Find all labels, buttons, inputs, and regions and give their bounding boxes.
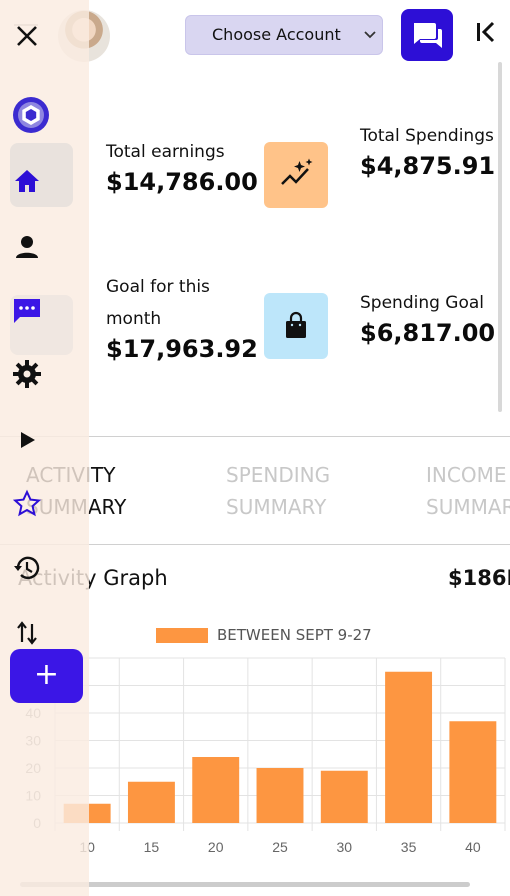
shopping-bag-icon [286, 311, 306, 338]
bar [127, 781, 175, 823]
stat-total-spendings: Total Spendings $4,875.91 [360, 120, 500, 180]
stat-value: $17,963.92 [106, 335, 258, 363]
person-icon[interactable] [12, 232, 42, 262]
home-icon[interactable] [12, 166, 42, 196]
chevron-down-icon [364, 16, 376, 69]
shopping-bag-icon-box [264, 293, 328, 359]
x-tick-label: 25 [272, 839, 288, 855]
stat-goal-month: Goal for this month $17,963.92 [106, 271, 258, 363]
tab-label-line1: SPENDING [226, 463, 331, 487]
collapse-left-icon[interactable] [475, 20, 497, 50]
stat-value: $6,817.00 [360, 319, 496, 347]
bar [385, 671, 433, 823]
tab-label-line2: SUMMARY [426, 495, 510, 519]
sparkle-chart-icon-box [264, 142, 328, 208]
tab-label-line2: SUMMARY [226, 495, 327, 519]
legend-label: BETWEEN SEPT 9-27 [217, 626, 372, 644]
choose-account-select[interactable]: Choose Account [185, 15, 383, 55]
x-tick-label: 20 [208, 839, 224, 855]
bar [449, 721, 497, 823]
bar [256, 768, 304, 823]
stat-value: $4,875.91 [360, 152, 496, 180]
chat-button[interactable] [401, 9, 453, 61]
stat-spending-goal: Spending Goal $6,817.00 [360, 287, 495, 347]
tab-income-summary[interactable]: INCOME SUMMARY [426, 459, 510, 523]
vertical-scrollbar[interactable] [498, 62, 502, 412]
star-icon[interactable] [12, 489, 42, 519]
stat-label: Total Spendings [360, 126, 494, 146]
stat-label: Goal for this month [106, 277, 210, 329]
gear-icon[interactable] [12, 359, 42, 389]
play-icon[interactable] [12, 425, 42, 455]
stat-label: Total earnings [106, 142, 225, 162]
x-tick-label: 40 [465, 839, 481, 855]
tab-spending-summary[interactable]: SPENDING SUMMARY [226, 459, 330, 523]
bar [320, 770, 368, 823]
stat-total-earnings: Total earnings $14,786.00 [106, 136, 258, 196]
x-tick-label: 35 [401, 839, 417, 855]
legend-swatch [156, 628, 208, 643]
bar [192, 757, 240, 823]
graph-total: $186K [448, 566, 510, 590]
history-icon[interactable] [12, 553, 42, 583]
logo-icon[interactable] [12, 96, 50, 138]
transfer-arrows-icon[interactable] [12, 618, 42, 648]
x-tick-label: 30 [336, 839, 352, 855]
close-icon[interactable] [14, 22, 40, 50]
stat-value: $14,786.00 [106, 168, 258, 196]
stat-label: Spending Goal [360, 293, 485, 313]
chat-bubble-icon[interactable] [12, 296, 42, 326]
tab-label-line1: INCOME [426, 463, 507, 487]
choose-account-label: Choose Account [212, 25, 341, 44]
sparkle-chart-icon [281, 158, 313, 185]
chat-icon [414, 23, 442, 48]
x-tick-label: 15 [144, 839, 160, 855]
add-button[interactable]: + [10, 649, 83, 703]
plus-icon: + [33, 657, 60, 692]
